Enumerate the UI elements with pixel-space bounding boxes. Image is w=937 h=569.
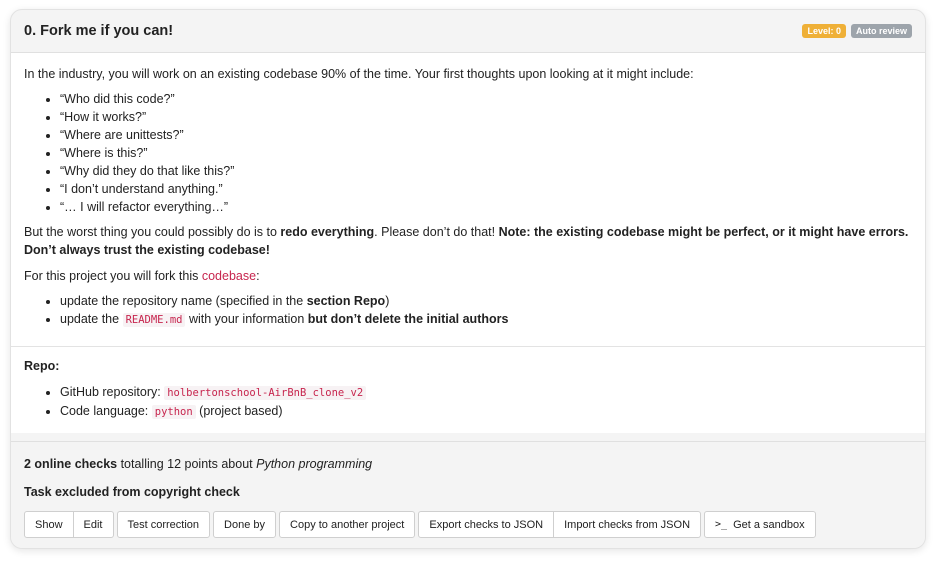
list-item: update the README.md with your informati… (60, 310, 912, 329)
readme-code: README.md (122, 313, 186, 327)
step-text: update the repository name (specified in… (60, 294, 307, 308)
show-edit-group: Show Edit (24, 511, 114, 538)
step-middle: with your information (185, 312, 308, 326)
github-label: GitHub repository: (60, 385, 165, 399)
step-bold: but don’t delete the initial authors (307, 312, 509, 326)
github-repo-code: holbertonschool-AirBnB_clone_v2 (164, 386, 367, 400)
test-correction-button[interactable]: Test correction (116, 511, 211, 538)
fork-steps-list: update the repository name (specified in… (24, 292, 912, 329)
warning-emphasis: redo everything (280, 225, 375, 239)
intro-text: In the industry, you will work on an exi… (24, 67, 694, 81)
step-bold: section Repo (306, 294, 386, 308)
checks-topic: Python programming (256, 457, 373, 471)
checks-summary: 2 online checks totalling 12 points abou… (24, 455, 912, 473)
review-badge: Auto review (850, 24, 912, 38)
terminal-icon: >_ (715, 519, 728, 530)
sandbox-button[interactable]: >_ Get a sandbox (704, 511, 816, 538)
warning-prefix: But the worst thing you could possibly d… (24, 225, 281, 239)
list-item: “Where are unittests?” (60, 126, 912, 144)
list-item: “Who did this code?” (60, 90, 912, 108)
task-card: 0. Fork me if you can! Level: 0 Auto rev… (10, 9, 926, 549)
fork-suffix: : (256, 269, 260, 283)
export-json-button[interactable]: Export checks to JSON (418, 511, 555, 538)
language-suffix: (project based) (195, 404, 283, 418)
checks-footer: 2 online checks totalling 12 points abou… (11, 441, 925, 548)
edit-button[interactable]: Edit (73, 511, 114, 538)
list-item: “I don’t understand anything.” (60, 180, 912, 198)
task-badges: Level: 0 Auto review (802, 24, 912, 38)
import-json-button[interactable]: Import checks from JSON (554, 511, 702, 538)
done-by-button[interactable]: Done by (213, 511, 277, 538)
show-button[interactable]: Show (24, 511, 74, 538)
codebase-link[interactable]: codebase (202, 269, 256, 283)
language-label: Code language: (60, 404, 152, 418)
task-title: 0. Fork me if you can! (24, 23, 174, 39)
repo-heading: Repo: (24, 359, 60, 373)
sandbox-label: Get a sandbox (733, 518, 805, 531)
list-item: “… I will refactor everything…” (60, 198, 912, 216)
step-suffix: ) (385, 294, 390, 308)
step-text: update the (60, 312, 123, 326)
list-item: update the repository name (specified in… (60, 292, 912, 310)
list-item: “Why did they do that like this?” (60, 162, 912, 180)
checks-middle: totalling 12 points about (117, 457, 257, 471)
language-code: python (151, 405, 196, 419)
repo-section: Repo: GitHub repository: holbertonschool… (11, 347, 925, 433)
warning-middle: . Please don’t do that! (374, 225, 499, 239)
fork-text: For this project you will fork this code… (24, 267, 912, 285)
checks-count: 2 online checks (24, 457, 118, 471)
list-item: “Where is this?” (60, 144, 912, 162)
copy-to-project-button[interactable]: Copy to another project (279, 511, 416, 538)
list-item: Code language: python (project based) (60, 402, 912, 421)
json-group: Export checks to JSON Import checks from… (418, 511, 702, 538)
task-description: In the industry, you will work on an exi… (11, 53, 925, 347)
level-badge: Level: 0 (802, 24, 846, 38)
warning-text: But the worst thing you could possibly d… (24, 223, 912, 259)
repo-list: GitHub repository: holbertonschool-AirBn… (24, 383, 912, 421)
thoughts-list: “Who did this code?” “How it works?” “Wh… (24, 90, 912, 216)
copyright-excluded: Task excluded from copyright check (24, 485, 240, 499)
task-header: 0. Fork me if you can! Level: 0 Auto rev… (11, 10, 925, 53)
list-item: “How it works?” (60, 108, 912, 126)
copyright-note: Task excluded from copyright check (24, 483, 912, 501)
list-item: GitHub repository: holbertonschool-AirBn… (60, 383, 912, 402)
action-buttons: Show Edit Test correction Done by Copy t… (24, 511, 912, 538)
fork-prefix: For this project you will fork this (24, 269, 202, 283)
